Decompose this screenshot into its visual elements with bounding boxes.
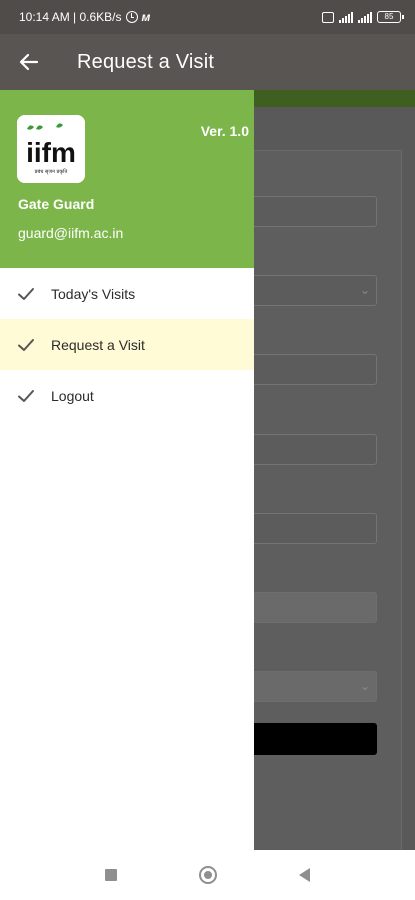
background-field-3: [254, 434, 377, 465]
status-time-speed: 10:14 AM | 0.6KB/s: [19, 10, 122, 24]
menu-item-request-a-visit[interactable]: Request a Visit: [0, 319, 254, 370]
background-field-1: [254, 196, 377, 227]
background-strip: [254, 90, 415, 107]
background-field-4: [254, 513, 377, 544]
menu-item-label: Request a Visit: [51, 336, 145, 353]
home-button[interactable]: [199, 866, 217, 884]
home-icon: [204, 871, 212, 879]
svg-text:iifm: iifm: [26, 137, 76, 168]
drawer-menu: Today's Visits Request a Visit Logout: [0, 268, 254, 421]
app-notification-icon: ᴍ: [141, 10, 151, 24]
background-submit-button: [254, 723, 377, 755]
alarm-icon: [125, 11, 138, 23]
system-back-button[interactable]: [299, 868, 310, 882]
battery-level: 85: [384, 12, 394, 21]
page-title: Request a Visit: [77, 50, 215, 73]
signal-icon-2: [358, 11, 372, 23]
status-right: 85: [322, 11, 404, 23]
back-button[interactable]: [0, 34, 58, 90]
svg-text:प्रबंध सृजन प्रकृति: प्रबंध सृजन प्रकृति: [35, 168, 68, 175]
recents-button[interactable]: [105, 869, 117, 881]
sim-icon: [322, 11, 334, 23]
signal-icon: [339, 11, 353, 23]
drawer-header: iifm प्रबंध सृजन प्रकृति Ver. 1.0 Gate G…: [0, 90, 254, 268]
background-select-1: ⌄: [254, 275, 377, 306]
iifm-logo: iifm प्रबंध सृजन प्रकृति: [17, 115, 85, 183]
app-bar: Request a Visit: [0, 34, 415, 90]
arrow-left-icon: [19, 53, 39, 71]
chevron-down-icon: ⌄: [359, 283, 370, 297]
user-email: guard@iifm.ac.in: [18, 225, 124, 241]
background-field-5: [254, 592, 377, 623]
menu-item-label: Logout: [51, 387, 94, 404]
check-icon: [18, 287, 34, 300]
user-name: Gate Guard: [18, 196, 95, 212]
background-select-2: ⌄: [254, 671, 377, 702]
system-navigation-bar: [0, 850, 415, 900]
check-icon: [18, 338, 34, 351]
chevron-down-icon: ⌄: [359, 679, 370, 693]
menu-item-label: Today's Visits: [51, 285, 136, 302]
background-form-overlay[interactable]: ⌄ ⌄: [254, 90, 415, 850]
battery-icon: 85: [377, 11, 404, 23]
background-field-2: [254, 354, 377, 385]
app-version: Ver. 1.0: [200, 123, 249, 139]
logo-graphic: iifm प्रबंध सृजन प्रकृति: [17, 115, 85, 183]
status-left: 10:14 AM | 0.6KB/s ᴍ: [19, 10, 150, 24]
menu-item-logout[interactable]: Logout: [0, 370, 254, 421]
check-icon: [18, 389, 34, 402]
navigation-drawer: iifm प्रबंध सृजन प्रकृति Ver. 1.0 Gate G…: [0, 90, 254, 850]
status-bar: 10:14 AM | 0.6KB/s ᴍ 85: [0, 0, 415, 34]
menu-item-todays-visits[interactable]: Today's Visits: [0, 268, 254, 319]
